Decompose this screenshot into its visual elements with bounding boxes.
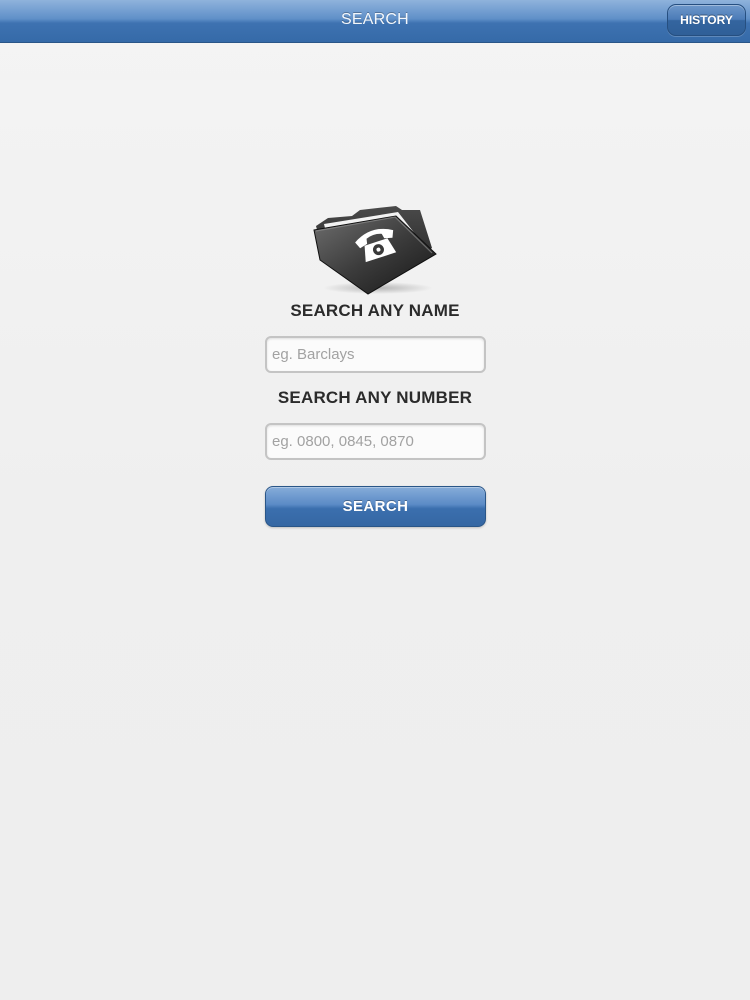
history-button[interactable]: HISTORY: [667, 4, 746, 36]
search-number-label: SEARCH ANY NUMBER: [277, 388, 473, 407]
search-button[interactable]: SEARCH: [265, 486, 486, 527]
name-search-input[interactable]: [265, 336, 486, 373]
phone-folder-icon: [313, 206, 437, 295]
page-title: SEARCH: [341, 11, 409, 28]
number-search-input[interactable]: [265, 423, 486, 460]
search-name-label: SEARCH ANY NAME: [290, 301, 460, 320]
top-navigation-bar: SEARCH HISTORY: [0, 0, 750, 43]
